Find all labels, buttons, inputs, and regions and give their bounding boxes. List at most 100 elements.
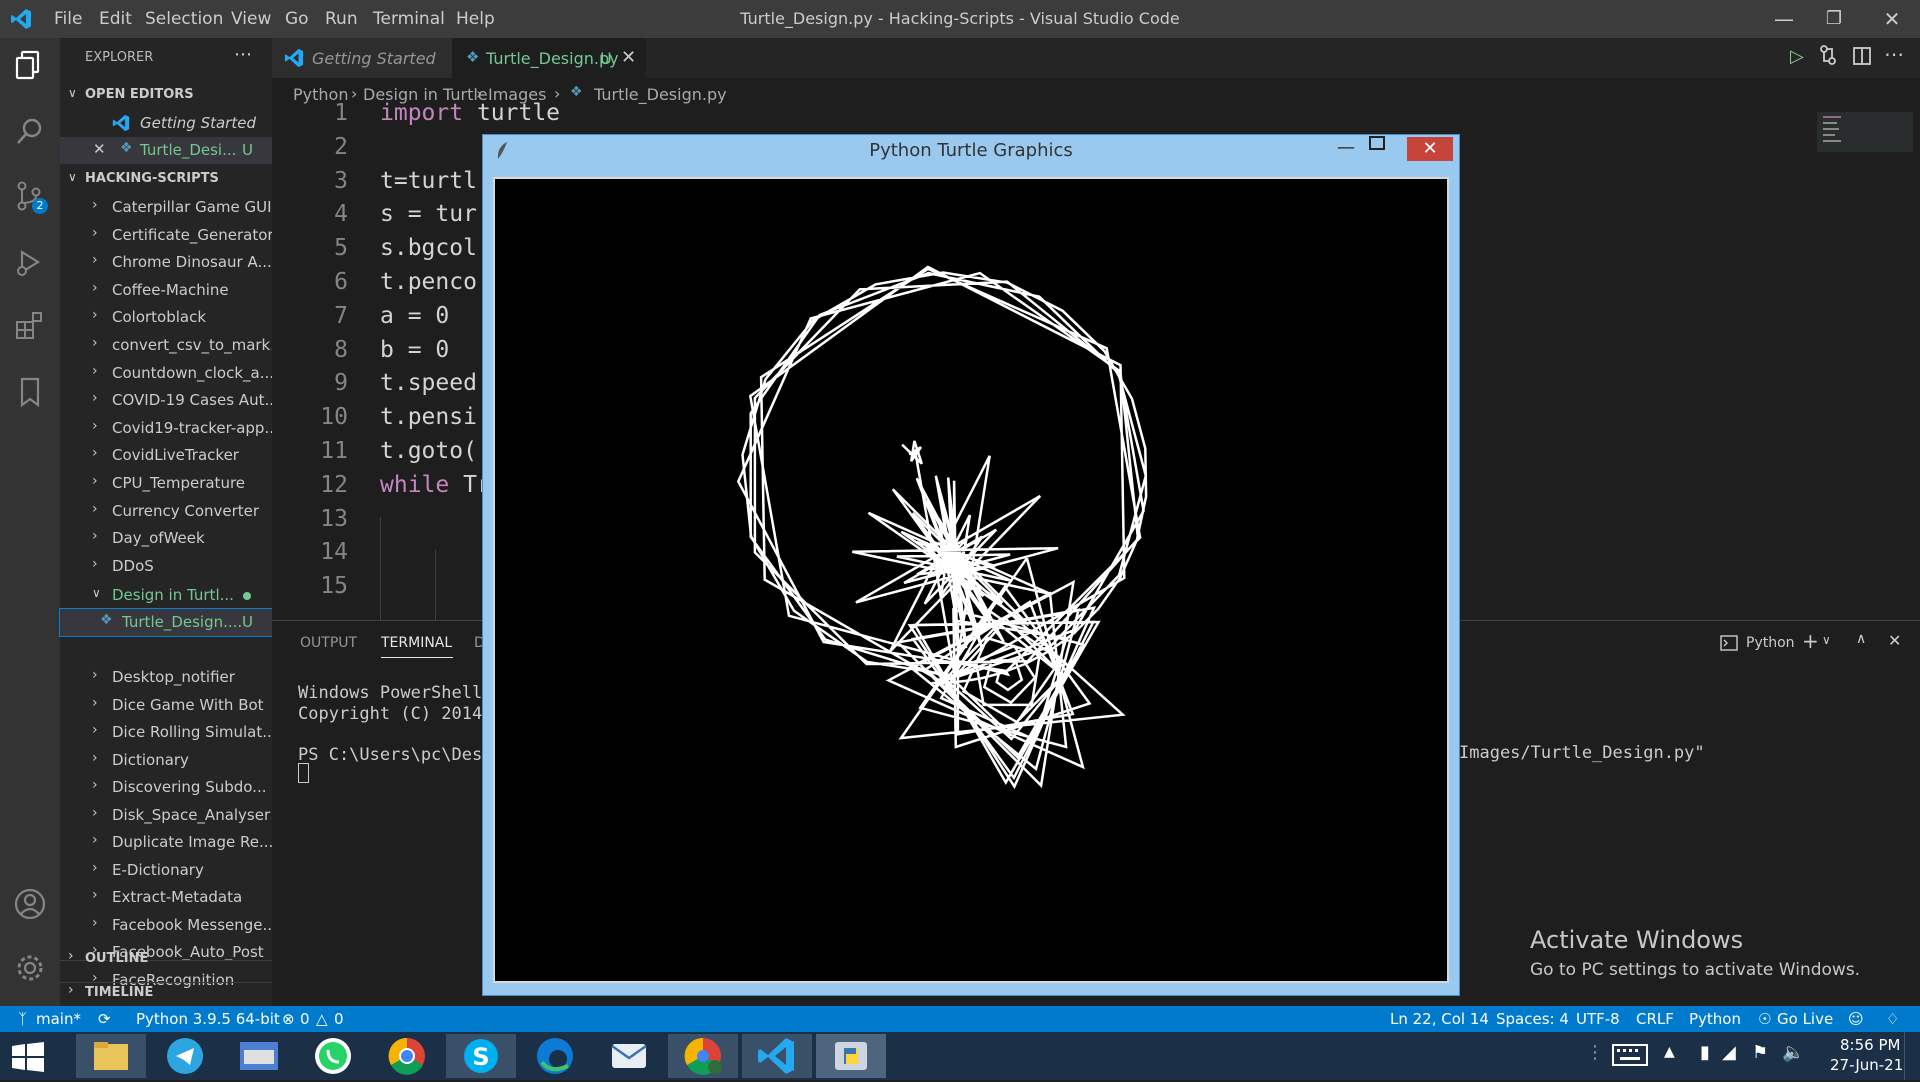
folder-item[interactable]: › Countdown_clock_a...	[60, 360, 272, 387]
telegram-icon[interactable]	[150, 1034, 220, 1078]
code-line[interactable]: t.pensi	[380, 404, 477, 430]
code-line[interactable]: s.bgcol	[380, 235, 477, 261]
battery-icon[interactable]: ▮	[1700, 1042, 1710, 1063]
code-line[interactable]: a = 0	[380, 303, 449, 329]
folder-item[interactable]: › Dictionary	[60, 747, 272, 774]
clock-date[interactable]: 27-Jun-21	[1830, 1056, 1903, 1074]
minimap-slider[interactable]	[1817, 112, 1913, 152]
python-taskbar-icon[interactable]	[816, 1034, 886, 1078]
project-header[interactable]: HACKING-SCRIPTS	[85, 171, 219, 186]
close-button[interactable]: ✕	[1407, 137, 1453, 161]
chevron-down-icon[interactable]: ∨	[68, 86, 77, 100]
timeline-header[interactable]: TIMELINE	[85, 985, 153, 1000]
volume-icon[interactable]: 🔈	[1782, 1042, 1804, 1063]
folder-item[interactable]: › Day_ofWeek	[60, 525, 272, 552]
folder-item[interactable]: › Duplicate Image Re...	[60, 829, 272, 856]
minimize-button[interactable]: —	[1337, 137, 1355, 158]
more-actions-icon[interactable]: ⋯	[1884, 42, 1904, 66]
source-control-icon[interactable]: 2	[12, 178, 48, 214]
line-ending[interactable]: CRLF	[1636, 1010, 1674, 1028]
folder-item[interactable]: › Disk_Space_Analyser	[60, 802, 272, 829]
add-terminal-icon[interactable]: +	[1802, 629, 1819, 653]
interpreter-status[interactable]: Python 3.9.5 64-bit	[136, 1010, 280, 1028]
folder-item[interactable]: › Desktop_notifier	[60, 664, 272, 691]
tab-output[interactable]: OUTPUT	[300, 635, 357, 651]
keyboard-icon[interactable]	[1612, 1042, 1648, 1072]
tray-expand-icon[interactable]: ▲	[1664, 1044, 1675, 1060]
mail-icon[interactable]	[594, 1034, 664, 1078]
folder-item[interactable]: ∨ Design in Turtl...	[60, 582, 272, 609]
folder-item[interactable]: › Coffee-Machine	[60, 277, 272, 304]
maximize-button[interactable]	[1369, 135, 1385, 155]
signal-icon[interactable]: ◢	[1722, 1042, 1736, 1063]
folder-item[interactable]: › Discovering Subdo...	[60, 774, 272, 801]
skype-icon[interactable]: S	[446, 1034, 516, 1078]
edge-icon[interactable]	[520, 1034, 590, 1078]
folder-item[interactable]: › DDoS	[60, 553, 272, 580]
folder-item[interactable]: › Dice Game With Bot	[60, 692, 272, 719]
bookmark-icon[interactable]	[12, 374, 48, 410]
folder-item[interactable]: › Dice Rolling Simulat...	[60, 719, 272, 746]
go-live-button[interactable]: Go Live	[1777, 1010, 1833, 1028]
language-mode[interactable]: Python	[1689, 1010, 1741, 1028]
run-icon[interactable]: ▷	[1790, 46, 1804, 67]
explorer-icon[interactable]	[12, 48, 48, 84]
vscode-taskbar-icon[interactable]	[742, 1034, 812, 1078]
keyboard-app-icon[interactable]	[224, 1034, 294, 1078]
code-line[interactable]: b = 0	[380, 337, 449, 363]
folder-item[interactable]: › COVID-19 Cases Aut...	[60, 387, 272, 414]
warning-icon[interactable]: △	[316, 1010, 328, 1028]
whatsapp-icon[interactable]	[298, 1034, 368, 1078]
extensions-icon[interactable]	[12, 308, 48, 344]
code-line[interactable]: t.speed	[380, 370, 477, 396]
file-item[interactable]: ❖ Turtle_Design.... U	[59, 608, 273, 637]
gear-icon[interactable]	[12, 950, 48, 986]
folder-item[interactable]: › Extract-Metadata	[60, 884, 272, 911]
close-icon[interactable]: ✕	[621, 47, 636, 68]
code-line[interactable]: t=turtl	[380, 168, 477, 194]
turtle-graphics-window[interactable]: Python Turtle Graphics — ✕	[482, 134, 1460, 996]
chevron-down-icon[interactable]: ∨	[68, 170, 77, 184]
folder-item[interactable]: › Colortoblack	[60, 304, 272, 331]
folder-item[interactable]: › convert_csv_to_mark...	[60, 332, 272, 359]
folder-item[interactable]: › Certificate_Generator	[60, 222, 272, 249]
open-editor-item[interactable]: ✕ ❖ Turtle_Desi... U	[60, 137, 272, 164]
outline-header[interactable]: OUTLINE	[85, 951, 148, 966]
account-icon[interactable]	[12, 886, 48, 922]
folder-item[interactable]: › CPU_Temperature	[60, 470, 272, 497]
folder-item[interactable]: › Facebook Messenge...	[60, 912, 272, 939]
chevron-right-icon[interactable]: ›	[68, 948, 74, 964]
folder-item[interactable]: › E-Dictionary	[60, 857, 272, 884]
indentation[interactable]: Spaces: 4	[1496, 1010, 1569, 1028]
code-line[interactable]: while Tr	[380, 472, 491, 498]
compare-changes-icon[interactable]	[1818, 44, 1838, 70]
code-line[interactable]: t.penco	[380, 269, 477, 295]
folder-item[interactable]: › Caterpillar Game GUI	[60, 194, 272, 221]
folder-item[interactable]: › CovidLiveTracker	[60, 442, 272, 469]
tab-turtle-design[interactable]: ❖ Turtle_Design.py U ✕	[452, 38, 646, 78]
minimize-button[interactable]: —	[1764, 4, 1804, 34]
close-panel-icon[interactable]: ✕	[1888, 631, 1901, 650]
more-actions-icon[interactable]: ⋯	[234, 44, 252, 65]
chevron-right-icon[interactable]: ›	[68, 982, 74, 998]
search-icon[interactable]	[12, 114, 48, 150]
code-line[interactable]: t.goto(	[380, 438, 477, 464]
close-button[interactable]: ✕	[1872, 4, 1912, 34]
windows-start-icon[interactable]	[12, 1042, 44, 1076]
error-count[interactable]: 0	[300, 1010, 310, 1028]
bell-icon[interactable]: ♢	[1886, 1010, 1899, 1028]
split-editor-icon[interactable]	[1852, 46, 1872, 70]
open-editors-header[interactable]: OPEN EDITORS	[85, 87, 194, 102]
branch-status[interactable]: main*	[36, 1010, 81, 1028]
warning-count[interactable]: 0	[334, 1010, 344, 1028]
feedback-icon[interactable]: ☺	[1848, 1010, 1864, 1028]
tab-getting-started[interactable]: Getting Started	[272, 38, 452, 78]
open-editor-item[interactable]: Getting Started	[60, 110, 272, 137]
turtle-canvas[interactable]	[493, 177, 1449, 983]
folder-item[interactable]: › Chrome Dinosaur A...	[60, 249, 272, 276]
tab-terminal[interactable]: TERMINAL	[381, 635, 452, 651]
error-icon[interactable]: ⊗	[282, 1010, 295, 1028]
close-icon[interactable]: ✕	[93, 140, 106, 158]
restore-button[interactable]: ❐	[1814, 4, 1854, 34]
code-line[interactable]: import turtle	[380, 100, 560, 126]
